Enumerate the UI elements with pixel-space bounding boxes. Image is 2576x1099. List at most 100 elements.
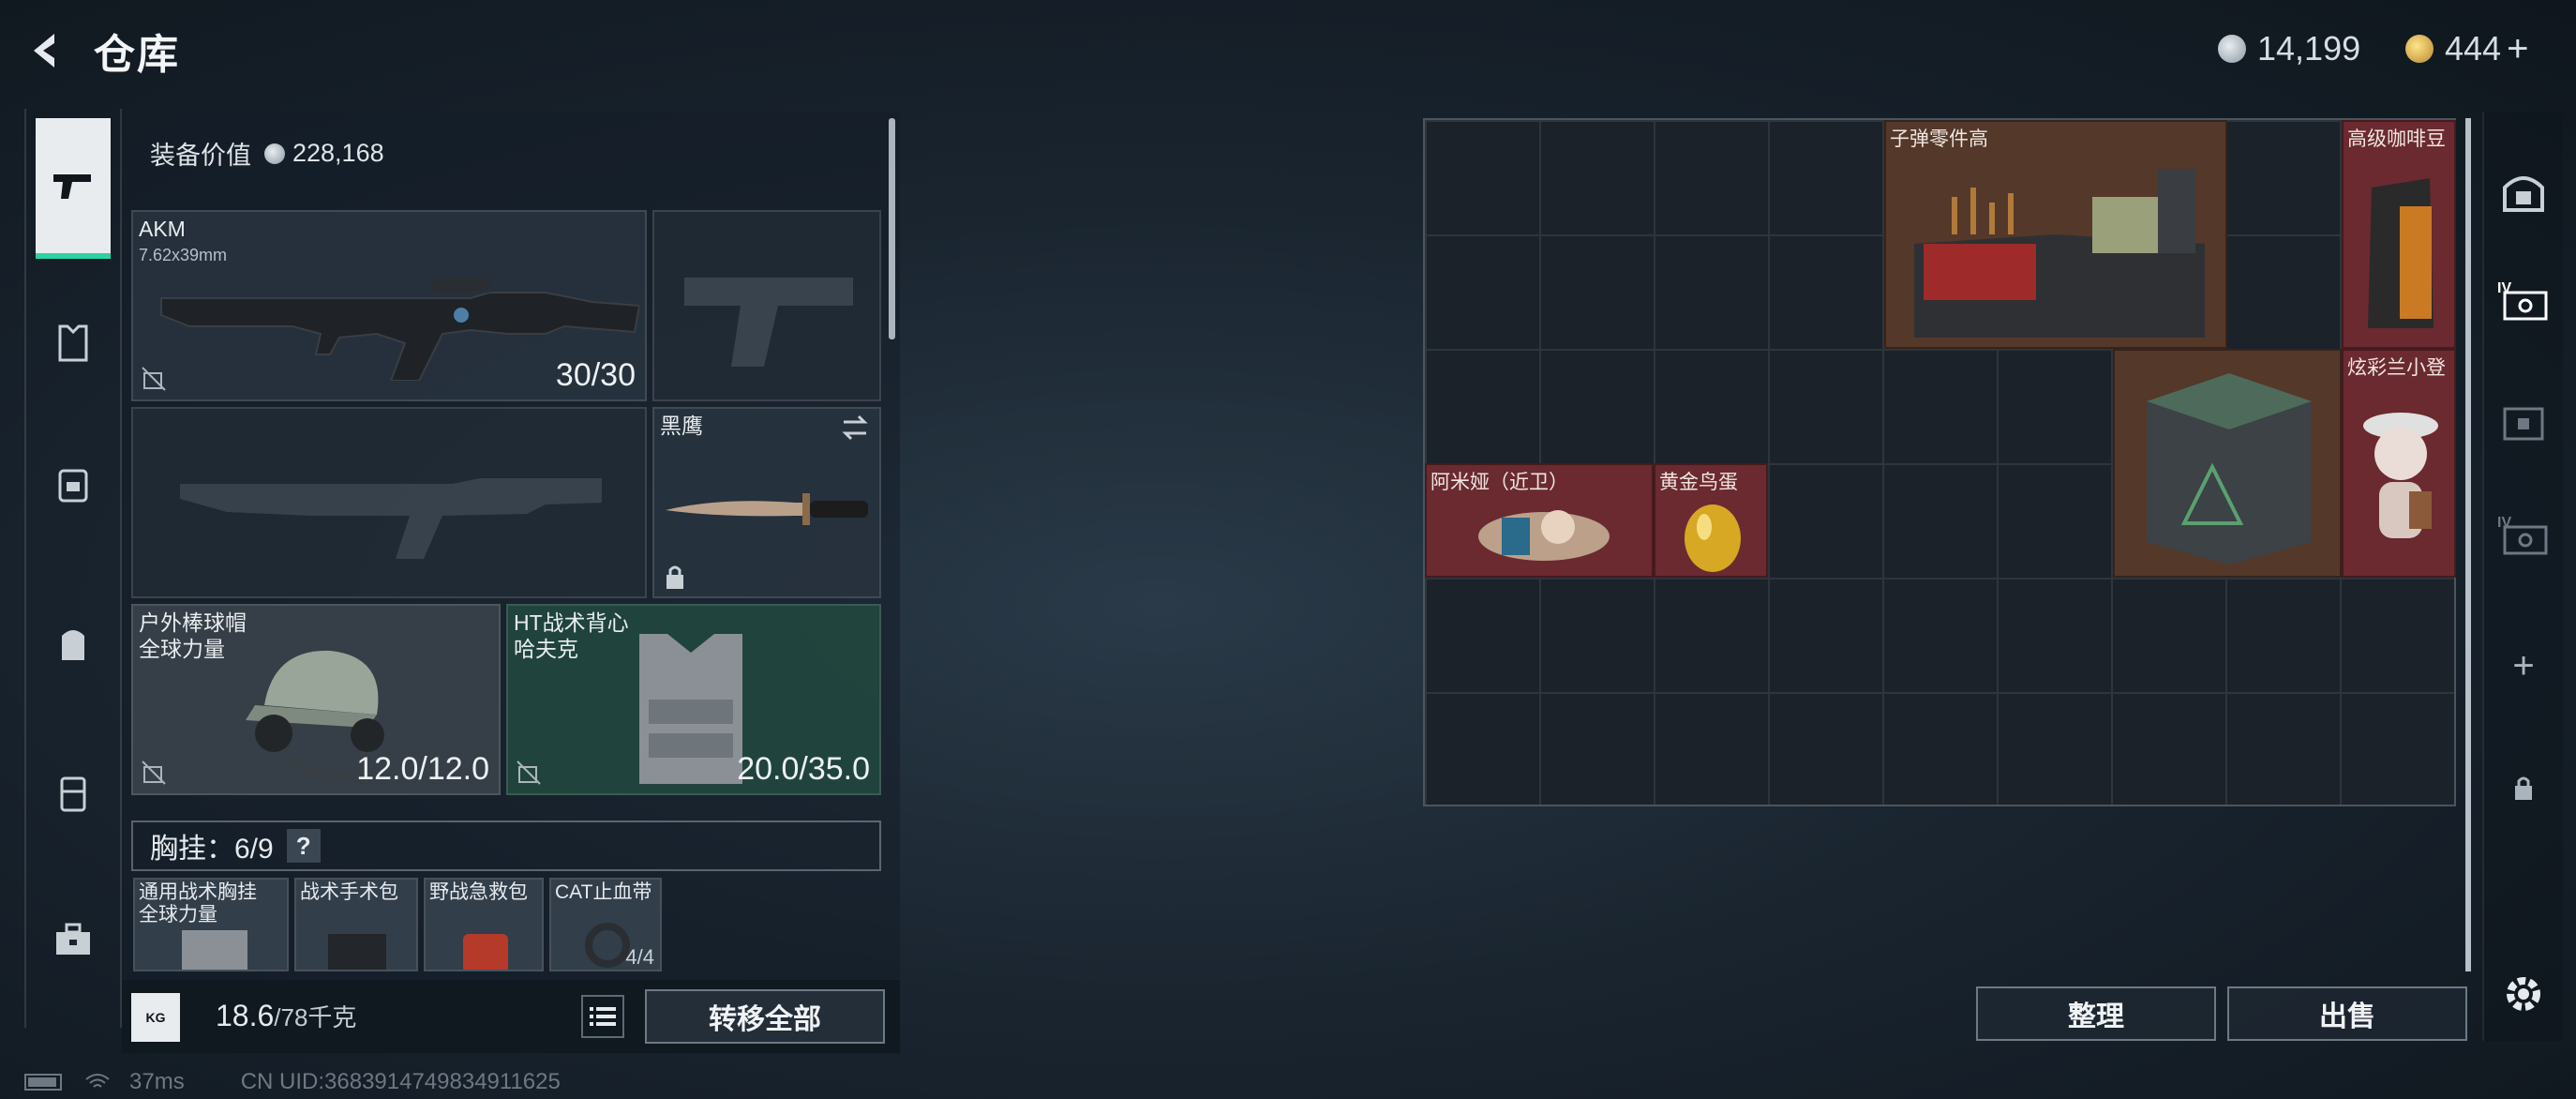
golden-egg-icon xyxy=(1685,504,1741,572)
helmet-durability: 12.0/12.0 xyxy=(356,751,489,787)
tourniquet-count: 4/4 xyxy=(625,945,654,969)
first-aid-icon xyxy=(463,934,508,970)
chest-item-first-aid[interactable]: 野战急救包 xyxy=(424,878,544,971)
transfer-all-button[interactable]: 转移全部 xyxy=(645,989,885,1044)
stash-item-golden-egg[interactable]: 黄金鸟蛋 xyxy=(1654,463,1768,578)
plush-doll-icon xyxy=(2363,413,2438,538)
chest-item-tourniquet[interactable]: CAT止血带 4/4 xyxy=(549,878,662,971)
stash-item-amiya[interactable]: 阿米娅（近卫） xyxy=(1425,463,1654,578)
vest-durability: 20.0/35.0 xyxy=(737,751,870,787)
stash-tab-iv-2[interactable]: IV xyxy=(2495,506,2552,563)
user-uid: CN UID:3683914749834911625 xyxy=(240,1069,561,1094)
sort-button[interactable]: 整理 xyxy=(1976,986,2216,1041)
nav-bag[interactable] xyxy=(36,606,111,681)
stash-tab-main[interactable] xyxy=(2495,163,2552,219)
nav-backpack[interactable] xyxy=(36,446,111,521)
gear-icon xyxy=(2507,977,2540,1011)
unlinked-icon xyxy=(142,760,166,785)
chest-rig-icon xyxy=(182,930,247,970)
chest-item-name: 野战急救包 xyxy=(429,881,528,903)
chest-rig-header[interactable]: 胸挂：6/9 ? xyxy=(131,820,881,871)
rifle-placeholder-icon xyxy=(180,478,602,559)
stash-grid[interactable]: 子弹零件高 高级咖啡豆 炫彩兰小登 阿米娅（近卫） 黄金鸟蛋 xyxy=(1423,118,2456,806)
chest-item-surgical-kit[interactable]: 战术手术包 xyxy=(294,878,418,971)
secondary-weapon-slot-empty[interactable] xyxy=(131,407,647,598)
chest-item-name: 战术手术包 xyxy=(300,881,398,903)
stash-tab-2[interactable] xyxy=(2495,394,2552,450)
pistol-icon xyxy=(53,174,91,199)
silver-coin-icon xyxy=(2218,35,2246,63)
stash-item-ammo-parts[interactable]: 子弹零件高 xyxy=(1884,120,2227,349)
nav-case[interactable] xyxy=(36,756,111,831)
gold-amount: 444 xyxy=(2445,29,2502,68)
unlinked-icon xyxy=(517,760,541,785)
stash-folder-icon xyxy=(2503,407,2544,441)
armor-icon xyxy=(58,324,88,362)
case-icon xyxy=(60,776,86,812)
current-weight: 18.6 xyxy=(216,999,275,1032)
stash-item-coffee[interactable]: 高级咖啡豆 xyxy=(2342,120,2456,349)
nav-armor[interactable] xyxy=(36,306,111,381)
toolbox-icon xyxy=(56,923,90,955)
backpack-icon xyxy=(58,469,88,503)
add-stash-button[interactable]: + xyxy=(2495,638,2552,694)
melee-slot[interactable]: 黑鹰 xyxy=(652,407,881,598)
supply-crate-icon xyxy=(2147,373,2312,565)
loadout-scrollbar[interactable] xyxy=(889,118,895,339)
stash-iv-icon: IV xyxy=(2497,515,2548,555)
stash-tab-locked[interactable] xyxy=(2495,760,2552,816)
item-name: 炫彩兰小登 xyxy=(2347,357,2446,379)
chest-rig-label: 胸挂：6/9 xyxy=(150,834,274,865)
carry-weight: 18.6/78千克 xyxy=(216,999,356,1033)
back-button[interactable] xyxy=(22,26,71,75)
ammo-count: 30/30 xyxy=(555,357,636,393)
sell-button[interactable]: 出售 xyxy=(2227,986,2467,1041)
status-bar: 37ms CN UID:3683914749834911625 xyxy=(24,1069,561,1095)
stash-tab-4-active[interactable]: IV xyxy=(2495,272,2552,328)
weight-bar: KG 18.6/78千克 转移全部 xyxy=(122,980,900,1053)
silver-coin-icon xyxy=(264,143,285,164)
vest-slot[interactable]: HT战术背心 哈夫克 20.0/35.0 xyxy=(506,604,881,795)
unlinked-icon xyxy=(142,367,166,391)
max-weight: /78千克 xyxy=(274,1003,357,1031)
chest-rig-item[interactable]: 通用战术胸挂 全球力量 xyxy=(133,878,289,971)
helmet-slot[interactable]: 户外棒球帽 全球力量 12.0/12.0 xyxy=(131,604,501,795)
amiya-figure-icon xyxy=(1478,510,1610,561)
list-view-button[interactable] xyxy=(581,995,624,1038)
stash-item-plush[interactable]: 炫彩兰小登 xyxy=(2342,349,2456,578)
equip-value-label: 装备价值 xyxy=(150,142,251,170)
weapon-name-text: AKM xyxy=(139,217,186,241)
swap-icon[interactable] xyxy=(840,414,870,441)
chest-rig-item-name: 通用战术胸挂 全球力量 xyxy=(139,881,257,926)
pistol-slot-empty[interactable] xyxy=(652,210,881,401)
gold-coin-icon xyxy=(2405,35,2434,63)
equip-value-amount: 228,168 xyxy=(292,139,384,167)
left-nav xyxy=(24,109,122,1028)
gold-currency[interactable]: 444 + xyxy=(2405,26,2528,71)
page-title: 仓库 xyxy=(94,32,180,78)
wifi-icon xyxy=(85,1074,110,1088)
loadout-panel: 装备价值 228,168 AKM 7.62x39mm 30/30 黑鹰 户外棒球… xyxy=(122,113,900,1054)
bag-icon xyxy=(62,630,84,660)
help-button[interactable]: ? xyxy=(286,829,321,863)
primary-weapon-slot[interactable]: AKM 7.62x39mm 30/30 xyxy=(131,210,647,401)
stash-scrollbar[interactable] xyxy=(2465,118,2471,971)
knife-icon xyxy=(666,493,868,525)
add-gold-button[interactable]: + xyxy=(2507,28,2528,70)
stash-item-crate[interactable] xyxy=(2113,349,2342,578)
settings-button[interactable] xyxy=(2495,966,2552,1022)
helmet-name-text: 户外棒球帽 xyxy=(139,610,247,635)
vest-name: HT战术背心 哈夫克 xyxy=(514,610,629,662)
nav-weapons[interactable] xyxy=(36,118,111,259)
battery-icon xyxy=(24,1074,62,1091)
ping: 37ms xyxy=(129,1069,185,1094)
lock-icon xyxy=(2515,776,2532,800)
back-arrow-icon xyxy=(34,34,54,68)
stash-tabs: IV IV + xyxy=(2482,113,2563,1041)
pistol-placeholder-icon xyxy=(684,278,853,367)
stash-iv-icon: IV xyxy=(2497,280,2548,321)
weight-icon: KG xyxy=(131,993,180,1042)
vest-name-text: HT战术背心 xyxy=(514,610,629,635)
nav-toolbox[interactable] xyxy=(36,902,111,977)
ammo-parts-crate-icon xyxy=(1914,169,2205,338)
